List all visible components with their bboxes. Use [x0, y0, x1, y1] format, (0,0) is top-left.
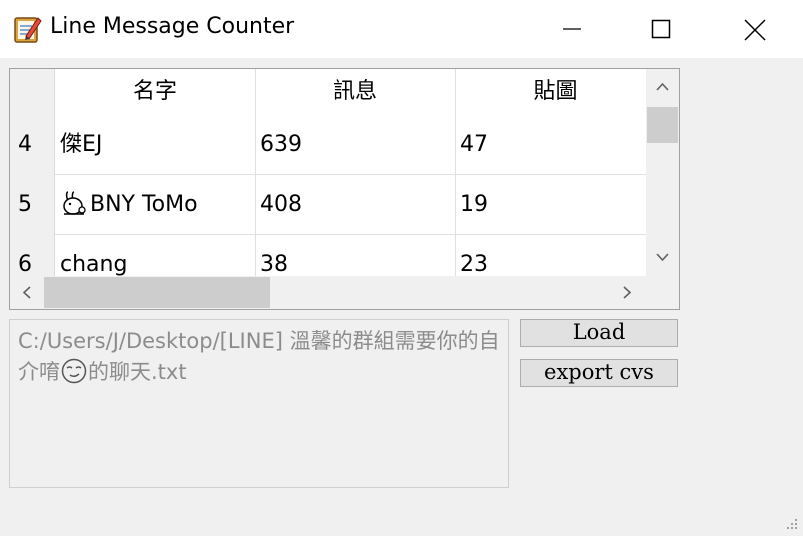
minimize-button[interactable]	[549, 0, 595, 58]
horizontal-scrollbar[interactable]	[10, 276, 646, 309]
rabbit-icon	[63, 191, 86, 215]
scrollbar-corner	[646, 276, 679, 309]
file-path-suffix: 的聊天.txt	[88, 360, 187, 384]
scroll-up-arrow-icon[interactable]	[656, 82, 669, 91]
table-cell-name[interactable]: 傑EJ	[55, 115, 256, 175]
table-cell-stickers[interactable]: 47	[455, 115, 646, 175]
close-icon	[744, 19, 766, 41]
horizontal-scroll-thumb[interactable]	[44, 277, 270, 308]
table-cell-messages[interactable]: 408	[255, 175, 456, 235]
close-button[interactable]	[731, 0, 777, 58]
table-cell-messages[interactable]: 639	[255, 115, 456, 175]
row-header[interactable]: 6	[10, 235, 54, 276]
minimize-icon	[563, 28, 581, 30]
vertical-scrollbar[interactable]	[646, 69, 679, 276]
scroll-right-arrow-icon[interactable]	[623, 286, 632, 299]
table-cell-stickers[interactable]: 19	[455, 175, 646, 235]
column-header-name[interactable]: 名字	[55, 69, 256, 119]
row-header[interactable]: 4	[10, 115, 54, 175]
maximize-button[interactable]	[638, 0, 684, 58]
vertical-scroll-thumb[interactable]	[647, 107, 678, 143]
table-cell-name[interactable]: BNY ToMo	[55, 175, 256, 235]
export-cvs-button[interactable]: export cvs	[520, 359, 678, 387]
row-header[interactable]: 5	[10, 175, 54, 235]
table-viewport: 名字 訊息 貼圖 4 傑EJ 639 47 5 BNY ToMo 408 19 …	[10, 69, 646, 276]
maximize-icon	[651, 19, 671, 39]
table-cell-messages[interactable]: 38	[255, 235, 456, 276]
window-title: Line Message Counter	[50, 14, 295, 39]
file-path-field[interactable]: C:/Users/J/Desktop/[LINE] 溫馨的群組需要你的自介唷 的…	[9, 319, 509, 488]
scroll-left-arrow-icon[interactable]	[22, 286, 31, 299]
title-bar[interactable]: Line Message Counter	[0, 0, 803, 58]
message-table[interactable]: 名字 訊息 貼圖 4 傑EJ 639 47 5 BNY ToMo 408 19 …	[9, 68, 680, 310]
user-name-text: BNY ToMo	[90, 192, 198, 217]
smirk-emoji-icon	[61, 358, 87, 384]
column-header-stickers[interactable]: 貼圖	[455, 69, 646, 119]
notepad-app-icon	[14, 17, 42, 43]
table-cell-name[interactable]: chang	[55, 235, 256, 276]
scroll-down-arrow-icon[interactable]	[656, 253, 669, 262]
column-header-messages[interactable]: 訊息	[255, 69, 456, 119]
load-button[interactable]: Load	[520, 319, 678, 347]
resize-grip-icon[interactable]	[785, 517, 799, 531]
table-cell-stickers[interactable]: 23	[455, 235, 646, 276]
